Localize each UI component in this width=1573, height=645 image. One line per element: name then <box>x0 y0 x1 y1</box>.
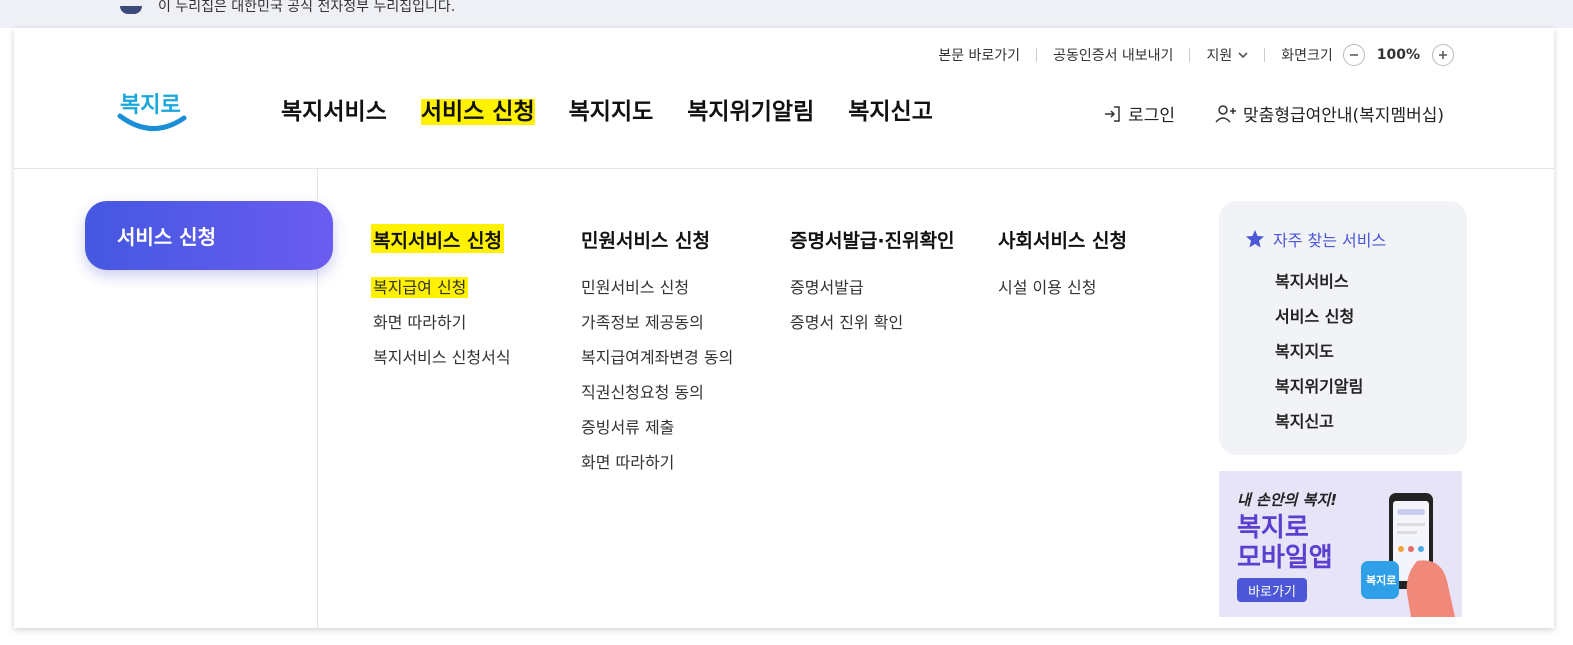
membership-button[interactable]: 맞춤형급여안내(복지멤버십) <box>1215 101 1444 126</box>
menu-link[interactable]: 복지급여계좌변경 동의 <box>579 347 735 382</box>
support-dropdown[interactable]: 지원 <box>1206 45 1248 65</box>
banner-line1: 복지로 <box>1237 513 1309 543</box>
nav-item-service-apply[interactable]: 서비스 신청 <box>404 92 552 126</box>
zoom-out-button[interactable] <box>1342 44 1365 66</box>
logo-text: 복지로 <box>120 93 181 118</box>
zoom-value: 100% <box>1376 47 1420 63</box>
menu-title[interactable]: 복지서비스 신청 <box>371 224 504 253</box>
menu-link[interactable]: 증명서발급 <box>788 277 957 312</box>
menu-title[interactable]: 증명서발급·진위확인 <box>788 224 957 253</box>
phone-hand-illustration-icon: 복지로 <box>1361 493 1455 617</box>
menu-link-label: 직권신청요청 동의 <box>581 383 704 402</box>
favorite-link[interactable]: 복지위기알림 <box>1275 373 1363 408</box>
nav-item-welfare-report[interactable]: 복지신고 <box>831 92 950 126</box>
banner-tagline: 내 손안의 복지! <box>1237 491 1338 509</box>
banner-go-button[interactable]: 바로가기 <box>1237 578 1307 602</box>
favorites-title: 자주 찾는 서비스 <box>1273 231 1387 250</box>
add-user-icon <box>1215 104 1237 124</box>
divider <box>1264 48 1266 62</box>
membership-label: 맞춤형급여안내(복지멤버십) <box>1243 106 1444 126</box>
menu-column-social-service: 사회서비스 신청 시설 이용 신청 <box>996 224 1129 312</box>
gov-notice-text: 이 누리집은 대한민국 공식 전자정부 누리집입니다. <box>158 0 456 15</box>
screen-size-label: 화면크기 <box>1281 48 1333 64</box>
menu-link[interactable]: 화면 따라하기 <box>579 452 735 487</box>
menu-title[interactable]: 사회서비스 신청 <box>996 224 1129 253</box>
divider <box>1036 48 1038 62</box>
main-nav: 복지서비스 서비스 신청 복지지도 복지위기알림 복지신고 <box>264 92 950 126</box>
favorite-link[interactable]: 서비스 신청 <box>1275 303 1363 338</box>
login-icon <box>1102 104 1122 124</box>
menu-link[interactable]: 시설 이용 신청 <box>996 277 1129 312</box>
favorite-link[interactable]: 복지신고 <box>1275 408 1363 443</box>
gov-notice-bar: 이 누리집은 대한민국 공식 전자정부 누리집입니다. <box>0 0 1573 28</box>
utility-bar: 본문 바로가기 공동인증서 내보내기 지원 화면크기 100% <box>938 44 1454 66</box>
menu-link[interactable]: 민원서비스 신청 <box>579 277 735 312</box>
menu-link[interactable]: 복지서비스 신청서식 <box>371 347 513 382</box>
star-icon <box>1245 229 1265 249</box>
login-label: 로그인 <box>1128 106 1176 126</box>
nav-item-welfare-service[interactable]: 복지서비스 <box>264 92 404 126</box>
menu-link-label: 복지급여계좌변경 동의 <box>581 348 734 367</box>
section-title-pill: 서비스 신청 <box>85 201 333 270</box>
favorites-box: 자주 찾는 서비스 복지서비스 서비스 신청 복지지도 복지위기알림 복지신고 <box>1219 201 1467 455</box>
bokjiro-logo-icon: 복지로 <box>117 93 187 131</box>
mobile-app-banner[interactable]: 내 손안의 복지! 복지로 모바일앱 바로가기 복지로 <box>1219 471 1462 617</box>
menu-link-label: 증빙서류 제출 <box>581 418 675 437</box>
menu-link-label: 화면 따라하기 <box>373 313 467 332</box>
favorites-header: 자주 찾는 서비스 <box>1245 227 1386 251</box>
skip-to-content-link[interactable]: 본문 바로가기 <box>938 45 1020 65</box>
menu-link[interactable]: 직권신청요청 동의 <box>579 382 735 417</box>
menu-link[interactable]: 증명서 진위 확인 <box>788 312 957 347</box>
menu-link-label: 가족정보 제공동의 <box>581 313 704 332</box>
account-area: 로그인 맞춤형급여안내(복지멤버십) <box>1102 101 1444 126</box>
chevron-down-icon <box>1238 49 1248 62</box>
cert-export-link[interactable]: 공동인증서 내보내기 <box>1053 45 1173 65</box>
menu-link-label: 복지서비스 신청서식 <box>373 348 511 367</box>
banner-logo-text: 복지로 <box>1366 573 1396 587</box>
menu-link-label: 복지급여 신청 <box>371 277 469 298</box>
gov-emblem-icon <box>120 6 142 14</box>
site-logo[interactable]: 복지로 <box>116 78 190 138</box>
menu-link[interactable]: 가족정보 제공동의 <box>579 312 735 347</box>
menu-link-label: 증명서발급 <box>790 278 864 297</box>
menu-link[interactable]: 증빙서류 제출 <box>579 417 735 452</box>
section-title: 서비스 신청 <box>117 225 216 249</box>
menu-link-label: 시설 이용 신청 <box>998 278 1097 297</box>
menu-title[interactable]: 민원서비스 신청 <box>579 224 712 253</box>
site-header: 본문 바로가기 공동인증서 내보내기 지원 화면크기 100% 복지로 복지서비… <box>14 28 1554 169</box>
favorite-link[interactable]: 복지서비스 <box>1275 268 1363 303</box>
nav-item-welfare-map[interactable]: 복지지도 <box>552 92 671 126</box>
divider <box>1189 48 1191 62</box>
menu-column-welfare-apply: 복지서비스 신청 복지급여 신청 화면 따라하기 복지서비스 신청서식 <box>371 224 513 382</box>
menu-link[interactable]: 화면 따라하기 <box>371 312 513 347</box>
zoom-in-button[interactable] <box>1432 44 1454 66</box>
support-label: 지원 <box>1206 48 1233 64</box>
favorite-link[interactable]: 복지지도 <box>1275 338 1363 373</box>
banner-line2: 모바일앱 <box>1237 543 1333 573</box>
nav-item-crisis-alert[interactable]: 복지위기알림 <box>670 92 831 126</box>
menu-link-label: 증명서 진위 확인 <box>790 313 904 332</box>
plus-icon <box>1439 51 1447 59</box>
login-button[interactable]: 로그인 <box>1102 101 1175 126</box>
menu-link[interactable]: 복지급여 신청 <box>371 277 513 312</box>
dropdown-panel: 본문 바로가기 공동인증서 내보내기 지원 화면크기 100% 복지로 복지서비… <box>14 28 1554 628</box>
menu-column-civil-apply: 민원서비스 신청 민원서비스 신청 가족정보 제공동의 복지급여계좌변경 동의 … <box>579 224 735 487</box>
menu-column-certificate: 증명서발급·진위확인 증명서발급 증명서 진위 확인 <box>788 224 957 347</box>
minus-icon <box>1349 54 1358 56</box>
nav-item-service-apply-label: 서비스 신청 <box>420 99 535 125</box>
menu-link-label: 화면 따라하기 <box>581 453 675 472</box>
menu-link-label: 민원서비스 신청 <box>581 278 690 297</box>
banner-headline: 복지로 모바일앱 <box>1237 513 1333 573</box>
